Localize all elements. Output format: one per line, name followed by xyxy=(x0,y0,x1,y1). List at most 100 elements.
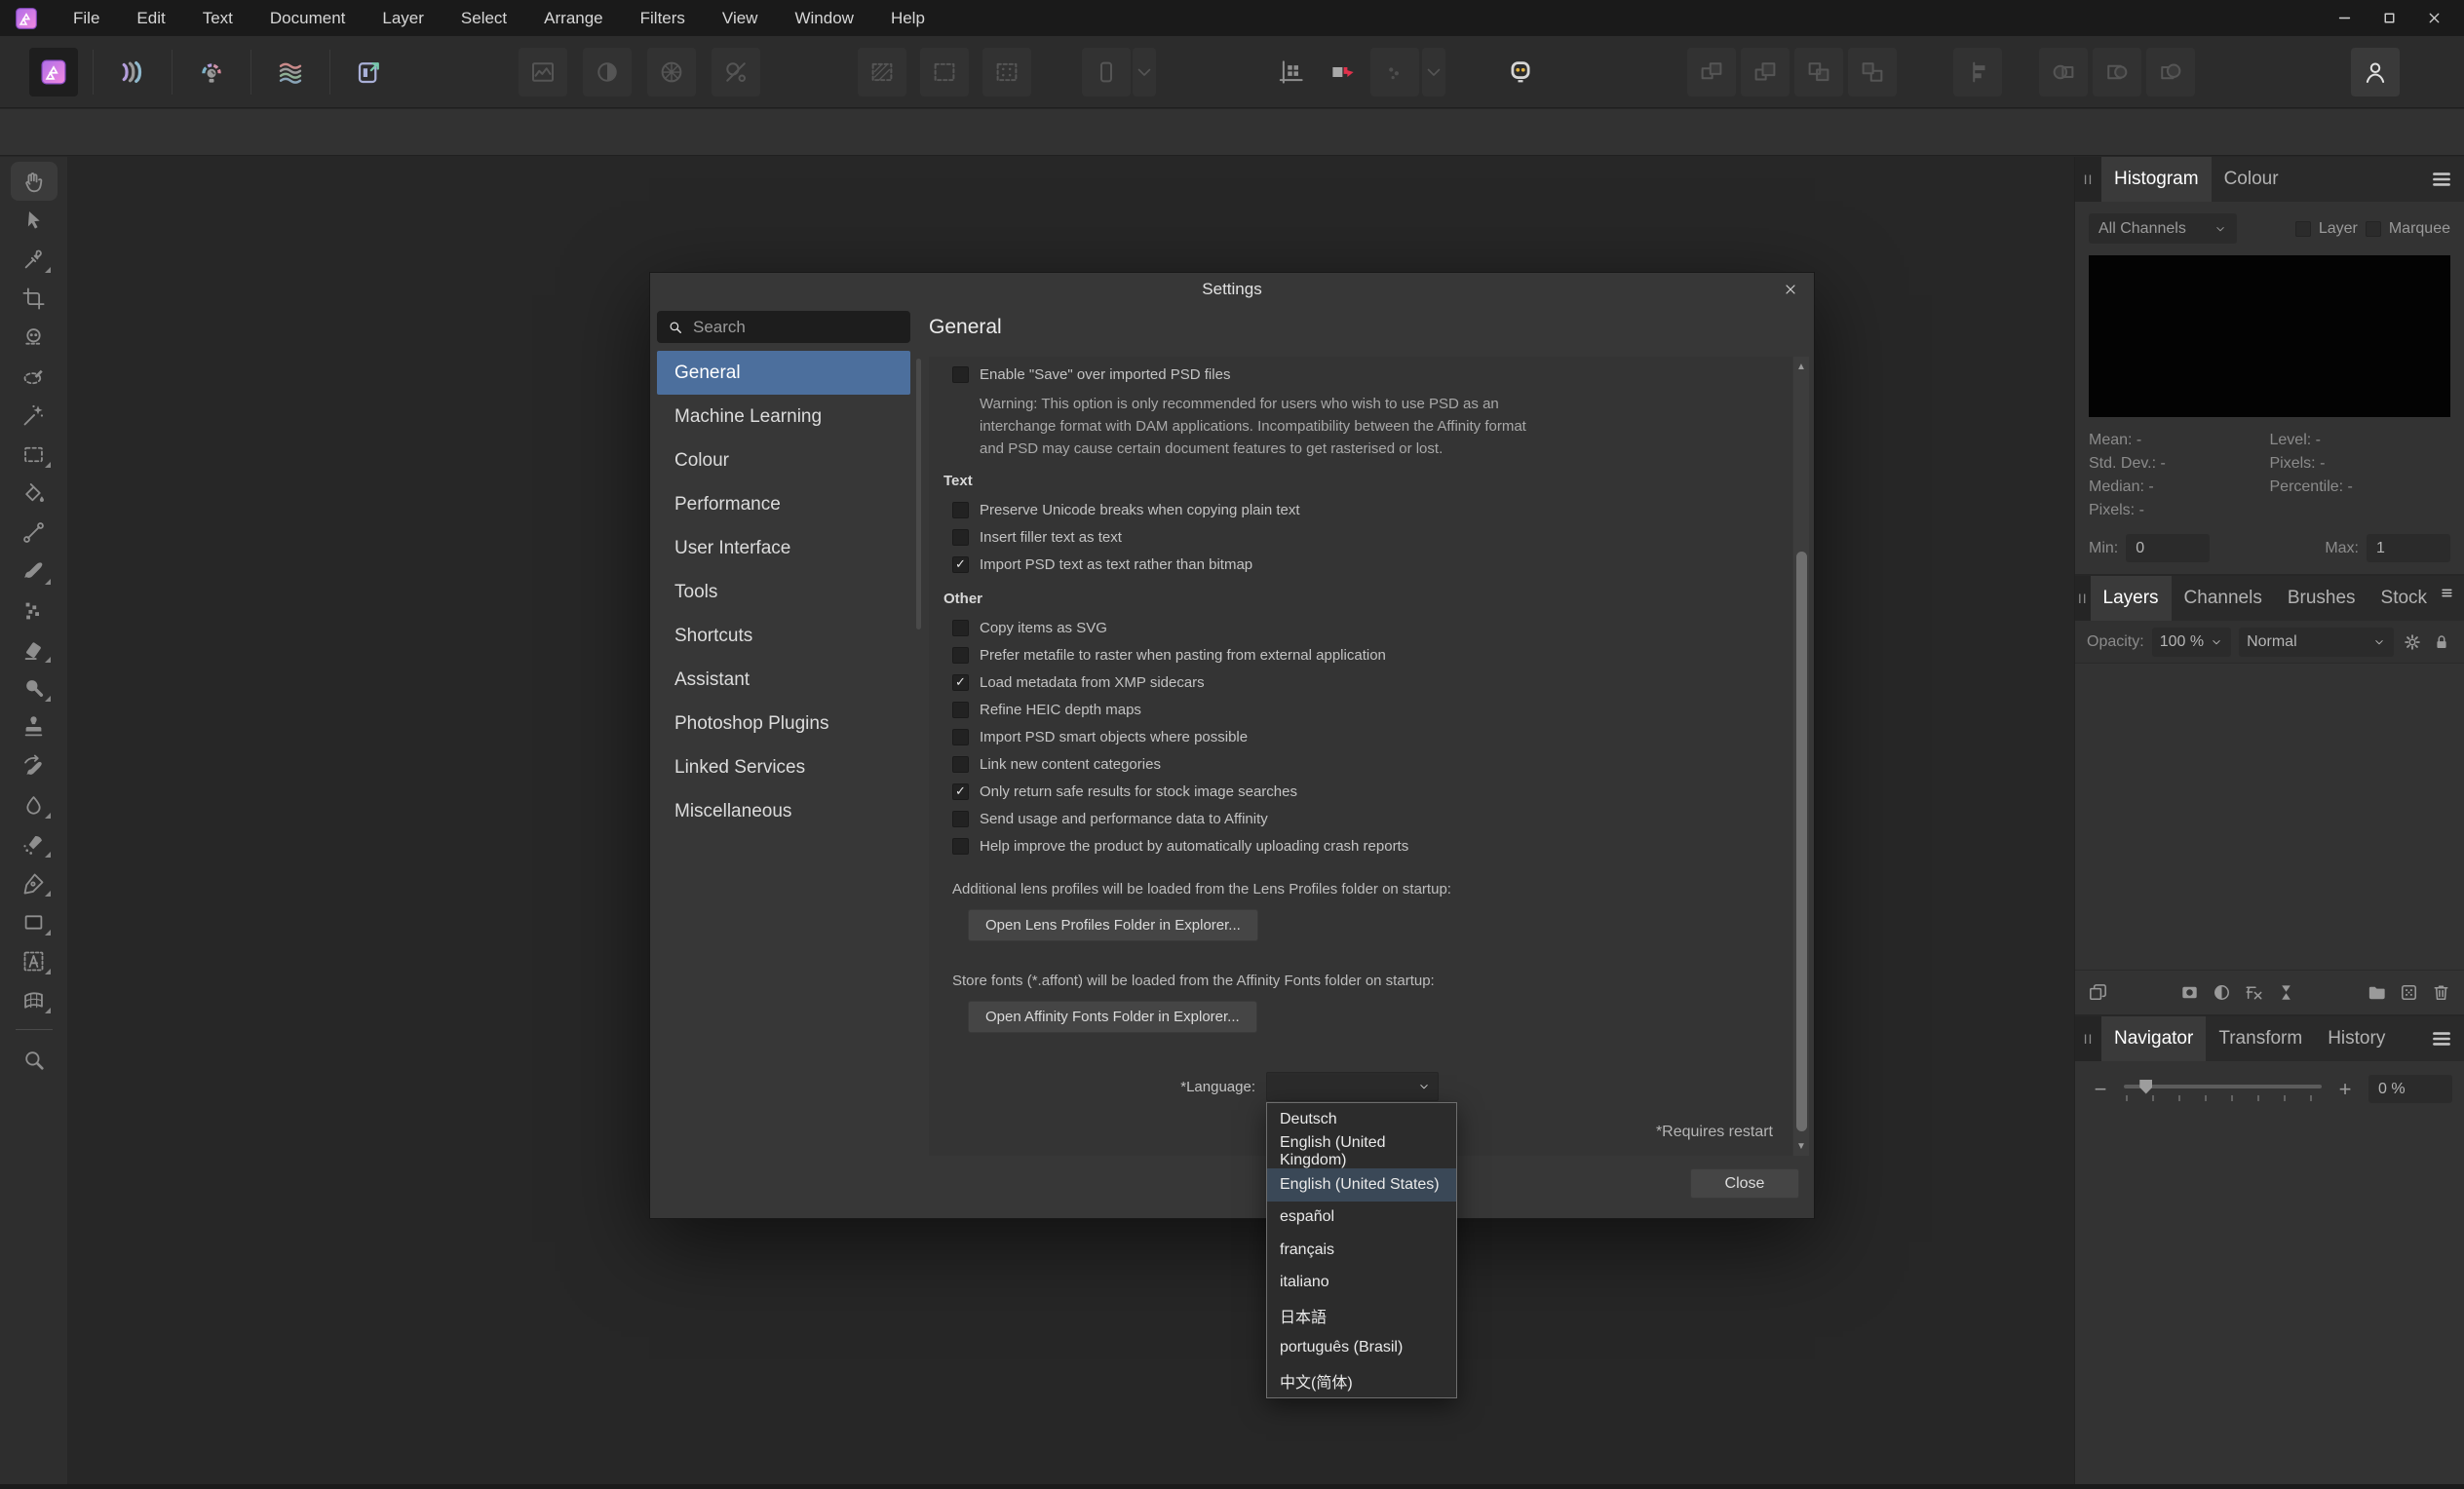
healing-brush-tool[interactable] xyxy=(11,824,58,863)
maximize-button[interactable] xyxy=(2367,0,2411,36)
scroll-down-icon[interactable]: ▼ xyxy=(1793,1138,1809,1154)
menu-filters[interactable]: Filters xyxy=(622,0,704,36)
language-option[interactable]: English (United States) xyxy=(1267,1168,1456,1202)
layers-tab-brushes[interactable]: Brushes xyxy=(2275,576,2368,621)
sidebar-item-miscellaneous[interactable]: Miscellaneous xyxy=(657,789,910,833)
paint-brush-tool[interactable] xyxy=(11,552,58,591)
max-input[interactable]: 1 xyxy=(2367,534,2450,562)
text-tool[interactable] xyxy=(11,941,58,980)
zoom-in-button[interactable]: + xyxy=(2331,1076,2359,1103)
flood-fill-tool[interactable] xyxy=(11,474,58,513)
zoom-out-button[interactable]: − xyxy=(2087,1076,2114,1103)
dodge-brush-tool[interactable] xyxy=(11,668,58,707)
panel-menu-icon[interactable] xyxy=(2429,1026,2454,1051)
checkbox-unchecked[interactable] xyxy=(952,811,969,827)
photo-persona-button[interactable] xyxy=(29,48,78,96)
checkbox-checked[interactable]: ✓ xyxy=(952,556,969,573)
snapping-button[interactable] xyxy=(1267,48,1316,96)
mesh-warp-tool[interactable] xyxy=(11,980,58,1019)
settings-scrollbar[interactable]: ▲ ▼ xyxy=(1793,357,1809,1156)
blur-tool[interactable] xyxy=(11,785,58,824)
menu-window[interactable]: Window xyxy=(776,0,871,36)
checkbox-unchecked[interactable] xyxy=(952,702,969,718)
mask-layer-icon[interactable] xyxy=(2178,981,2201,1004)
sidebar-item-tools[interactable]: Tools xyxy=(657,570,910,614)
blend-mode-select[interactable]: Normal xyxy=(2239,628,2394,657)
zoom-slider-thumb[interactable] xyxy=(2139,1080,2152,1094)
sidebar-scrollbar[interactable] xyxy=(916,359,921,630)
adjustment-layer-icon[interactable] xyxy=(2211,981,2233,1004)
sidebar-item-photoshop-plugins[interactable]: Photoshop Plugins xyxy=(657,702,910,745)
move-tool[interactable] xyxy=(11,201,58,240)
sidebar-item-user-interface[interactable]: User Interface xyxy=(657,526,910,570)
panel-grip-icon[interactable]: II xyxy=(2075,157,2101,202)
menu-document[interactable]: Document xyxy=(251,0,364,36)
language-option[interactable]: 中文(简体) xyxy=(1267,1364,1456,1397)
histogram-tab-histogram[interactable]: Histogram xyxy=(2101,157,2212,202)
minimize-button[interactable] xyxy=(2322,0,2367,36)
layers-list[interactable] xyxy=(2075,664,2464,970)
account-button[interactable] xyxy=(2351,48,2400,96)
layers-tab-layers[interactable]: Layers xyxy=(2091,576,2172,621)
menu-edit[interactable]: Edit xyxy=(118,0,183,36)
open-lens-profiles-button[interactable]: Open Lens Profiles Folder in Explorer... xyxy=(968,909,1258,941)
panel-grip-icon[interactable]: II xyxy=(2075,576,2091,621)
language-option[interactable]: 日本語 xyxy=(1267,1299,1456,1332)
channel-select[interactable]: All Channels xyxy=(2089,213,2237,244)
checkbox-unchecked[interactable] xyxy=(952,756,969,773)
selection-brush-tool[interactable] xyxy=(11,318,58,357)
duplicate-layers-icon[interactable] xyxy=(2087,981,2109,1004)
menu-view[interactable]: View xyxy=(704,0,777,36)
marquee-tool[interactable] xyxy=(11,435,58,474)
live-filter-icon[interactable] xyxy=(2243,981,2265,1004)
sidebar-item-shortcuts[interactable]: Shortcuts xyxy=(657,614,910,658)
checkbox-unchecked[interactable] xyxy=(952,366,969,383)
panel-menu-icon[interactable] xyxy=(2429,167,2454,192)
assistant-button[interactable] xyxy=(1496,48,1545,96)
colour-format-button[interactable] xyxy=(1319,48,1367,96)
liquify-persona-button[interactable] xyxy=(108,48,157,96)
min-input[interactable]: 0 xyxy=(2126,534,2210,562)
checkbox-unchecked[interactable] xyxy=(952,620,969,636)
view-tool[interactable] xyxy=(11,162,58,201)
clone-stamp-tool[interactable] xyxy=(11,707,58,746)
language-option[interactable]: português (Brasil) xyxy=(1267,1332,1456,1365)
delete-layer-icon[interactable] xyxy=(2430,981,2452,1004)
scroll-up-icon[interactable]: ▲ xyxy=(1793,359,1809,374)
gradient-tool[interactable] xyxy=(11,513,58,552)
sidebar-item-machine-learning[interactable]: Machine Learning xyxy=(657,395,910,439)
eraser-tool[interactable] xyxy=(11,630,58,668)
sidebar-item-assistant[interactable]: Assistant xyxy=(657,658,910,702)
pixel-tool[interactable] xyxy=(11,591,58,630)
navigator-tab-navigator[interactable]: Navigator xyxy=(2101,1016,2206,1061)
zoom-slider[interactable] xyxy=(2124,1077,2322,1102)
freehand-selection-tool[interactable] xyxy=(11,357,58,396)
colour-picker-tool[interactable] xyxy=(11,240,58,279)
histogram-tab-colour[interactable]: Colour xyxy=(2212,157,2291,202)
sidebar-item-general[interactable]: General xyxy=(657,351,910,395)
menu-select[interactable]: Select xyxy=(443,0,525,36)
language-option[interactable]: English (United Kingdom) xyxy=(1267,1136,1456,1169)
checkbox-unchecked[interactable] xyxy=(952,838,969,855)
layer-checkbox[interactable] xyxy=(2295,221,2311,237)
layer-settings-gear-icon[interactable] xyxy=(2402,631,2423,653)
zoom-tool[interactable] xyxy=(11,1040,58,1079)
language-option[interactable]: español xyxy=(1267,1202,1456,1235)
settings-close-icon[interactable] xyxy=(1779,278,1802,301)
zoom-value-field[interactable]: 0 % xyxy=(2368,1075,2452,1103)
panel-menu-icon[interactable] xyxy=(2440,586,2454,611)
scrollbar-thumb[interactable] xyxy=(1796,552,1807,1131)
checkbox-checked[interactable]: ✓ xyxy=(952,783,969,800)
assets-icon[interactable] xyxy=(2398,981,2420,1004)
navigator-tab-transform[interactable]: Transform xyxy=(2206,1016,2315,1061)
sidebar-item-performance[interactable]: Performance xyxy=(657,482,910,526)
language-option[interactable]: Deutsch xyxy=(1267,1103,1456,1136)
checkbox-unchecked[interactable] xyxy=(952,529,969,546)
rectangle-tool[interactable] xyxy=(11,902,58,941)
export-persona-button[interactable] xyxy=(345,48,394,96)
panel-grip-icon[interactable]: II xyxy=(2075,1016,2101,1061)
menu-text[interactable]: Text xyxy=(184,0,251,36)
group-layers-icon[interactable] xyxy=(2366,981,2388,1004)
menu-arrange[interactable]: Arrange xyxy=(525,0,621,36)
language-option[interactable]: italiano xyxy=(1267,1267,1456,1300)
